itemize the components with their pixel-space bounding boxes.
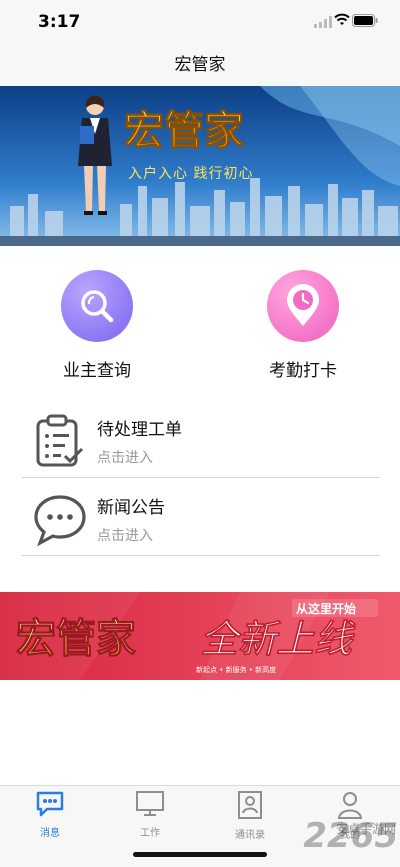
news-announcements-title: 新闻公告	[97, 498, 165, 518]
tab-messages-label: 消息	[40, 828, 60, 839]
message-icon	[36, 791, 64, 817]
news-announcements-subtitle: 点击进入	[97, 528, 153, 544]
promo-subtitle: 新起点 • 新服务 • 新高度	[196, 665, 276, 674]
status-bar: 3:17	[0, 0, 400, 44]
owner-query-button[interactable]: 业主查询	[27, 270, 167, 381]
clock-location-icon	[287, 284, 319, 326]
news-announcements-item[interactable]: 新闻公告 点击进入	[22, 483, 380, 556]
clipboard-checklist-icon	[36, 414, 84, 467]
chat-bubble-icon	[34, 495, 86, 547]
signal-icon	[314, 16, 332, 28]
pending-workorders-title: 待处理工单	[97, 420, 182, 440]
tab-contacts[interactable]: 通讯录	[200, 790, 300, 841]
contacts-icon	[238, 791, 262, 819]
attendance-icon-circle	[267, 270, 339, 342]
tab-work[interactable]: 工作	[100, 790, 200, 839]
tab-messages[interactable]: 消息	[0, 790, 100, 839]
home-indicator	[133, 852, 267, 857]
banner-image: 宏管家 入户入心 践行初心	[0, 86, 400, 246]
monitor-icon	[136, 791, 164, 816]
top-banner[interactable]: 宏管家 入户入心 践行初心	[0, 86, 400, 246]
tab-contacts-label: 通讯录	[235, 830, 265, 841]
promo-brand: 宏管家	[16, 616, 136, 662]
attendance-button[interactable]: 考勤打卡	[233, 270, 373, 381]
pending-workorders-subtitle: 点击进入	[97, 450, 153, 466]
banner-slogan: 入户入心 践行初心	[128, 165, 253, 182]
page-title: 宏管家	[174, 55, 226, 75]
promo-headline: 全新上线	[200, 617, 356, 661]
watermark-text: 安卓手游网	[335, 822, 396, 836]
tab-work-label: 工作	[140, 828, 160, 839]
owner-query-icon-circle	[61, 270, 133, 342]
attendance-label: 考勤打卡	[269, 361, 337, 381]
wifi-icon	[334, 13, 350, 25]
search-icon	[81, 290, 114, 323]
battery-icon	[352, 14, 378, 27]
banner-title: 宏管家	[124, 108, 244, 154]
status-time: 3:17	[38, 12, 81, 32]
pending-workorders-item[interactable]: 待处理工单 点击进入	[22, 405, 380, 478]
promo-image: 宏管家 全新上线 从这里开始 新起点 • 新服务 • 新高度	[0, 592, 400, 680]
promo-banner[interactable]: 宏管家 全新上线 从这里开始 新起点 • 新服务 • 新高度	[0, 592, 400, 680]
owner-query-label: 业主查询	[63, 361, 131, 381]
promo-tagline: 从这里开始	[296, 601, 356, 616]
nav-bar: 宏管家	[0, 44, 400, 86]
